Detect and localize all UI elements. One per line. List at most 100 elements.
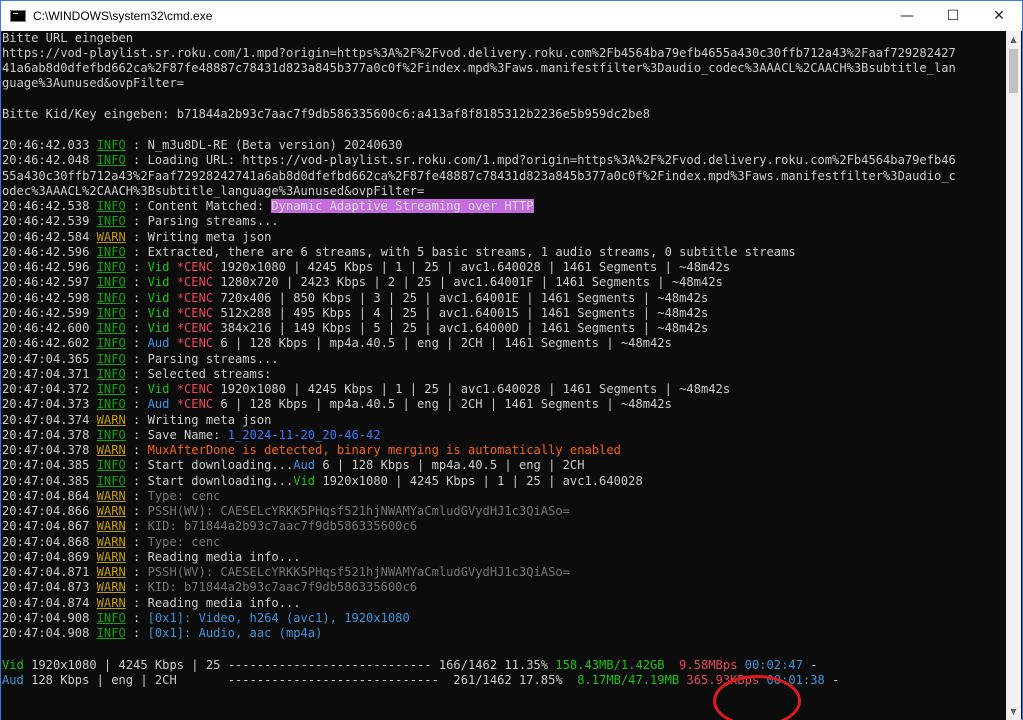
log-level: INFO: [96, 351, 126, 366]
log-line: 20:46:42.598 INFO : Vid *CENC 720x406 | …: [2, 291, 708, 306]
log-line: 20:46:42.596 INFO : Extracted, there are…: [2, 245, 796, 260]
log-level: INFO: [96, 397, 126, 412]
log-text: : Loading URL: https://vod-playlist.sr.r…: [125, 153, 956, 168]
log-text: PSSH(WV): CAESELcYRKK5PHqsf521hjNWAMYaCm…: [147, 504, 570, 518]
log-level: INFO: [96, 260, 126, 274]
log-text: PSSH(WV): CAESELcYRKK5PHqsf521hjNWAMYaCm…: [147, 565, 570, 579]
scrollbar-thumb[interactable]: [1009, 49, 1018, 93]
log-timestamp: 20:46:42.048: [2, 153, 97, 168]
key-input-line: Bitte Kid/Key eingeben: b71844a2b93c7aac…: [2, 107, 651, 121]
log-timestamp: 20:47:04.385: [2, 458, 97, 473]
cmd-window: C:\WINDOWS\system32\cmd.exe — ☐ ✕ Bitte …: [0, 0, 1023, 720]
progress-text: Vid: [2, 658, 24, 672]
log-line: 20:47:04.869 WARN : Reading media info..…: [2, 550, 301, 565]
log-text: : Reading media info...: [125, 595, 301, 610]
log-text: 720x406 | 850 Kbps | 3 | 25 | avc1.64001…: [213, 290, 709, 305]
progress-text: 9.58MBps: [664, 658, 738, 672]
log-text: :: [125, 321, 148, 335]
log-timestamp: 20:47:04.385: [2, 473, 97, 488]
log-timestamp: 20:47:04.871: [2, 565, 97, 579]
maximize-button[interactable]: ☐: [930, 1, 976, 31]
log-text: 55a430c30ffb712a43%2Faaf72928242741a6ab8…: [2, 168, 956, 183]
cmd-app-icon: [10, 10, 26, 22]
log-text: : Writing meta json: [125, 412, 272, 427]
log-timestamp: 20:47:04.372: [2, 382, 97, 396]
url-input-line-1: https://vod-playlist.sr.roku.com/1.mpd?o…: [2, 46, 956, 60]
log-line: 20:47:04.385 INFO : Start downloading...…: [2, 474, 643, 489]
log-level: WARN: [96, 580, 126, 595]
scroll-up-arrow-icon[interactable]: ▲: [1006, 31, 1021, 48]
log-text: : Parsing streams...: [125, 214, 279, 229]
log-line: 55a430c30ffb712a43%2Faaf72928242741a6ab8…: [2, 169, 956, 184]
log-text: *CENC: [169, 275, 214, 290]
log-text: *CENC: [169, 305, 214, 320]
log-timestamp: 20:47:04.869: [2, 549, 97, 564]
log-timestamp: 20:46:42.599: [2, 305, 97, 320]
log-line: 20:47:04.908 INFO : [0x1]: Audio, aac (m…: [2, 626, 322, 641]
log-timestamp: 20:47:04.374: [2, 412, 97, 427]
log-text: :: [125, 382, 148, 396]
log-level: INFO: [96, 305, 126, 320]
log-text: :: [125, 534, 148, 549]
log-timestamp: 20:47:04.868: [2, 534, 97, 549]
log-text: :: [125, 336, 148, 351]
log-text: :: [125, 580, 148, 595]
log-timestamp: 20:47:04.373: [2, 397, 97, 412]
close-button[interactable]: ✕: [976, 1, 1022, 31]
log-timestamp: 20:46:42.596: [2, 244, 97, 259]
log-line: 20:47:04.378 INFO : Save Name: 1_2024-11…: [2, 428, 381, 443]
scroll-down-arrow-icon[interactable]: ▼: [1006, 703, 1021, 720]
log-timestamp: 20:46:42.596: [2, 260, 97, 274]
log-line: odec%3AAACL%2CAACH%3Bsubtitle_language%3…: [2, 184, 424, 199]
log-text: *CENC: [169, 290, 214, 305]
log-timestamp: 20:46:42.538: [2, 199, 97, 213]
title-bar[interactable]: C:\WINDOWS\system32\cmd.exe — ☐ ✕: [1, 1, 1022, 31]
log-level: WARN: [96, 488, 126, 503]
vertical-scrollbar[interactable]: ▲ ▼: [1006, 31, 1021, 720]
log-text: 1920x1080 | 4245 Kbps | 1 | 25 | avc1.64…: [213, 260, 731, 274]
log-text: Type: cenc: [147, 534, 221, 549]
log-line: 20:47:04.371 INFO : Selected streams:: [2, 367, 271, 382]
window-controls: — ☐ ✕: [884, 1, 1022, 31]
log-line: 20:46:42.602 INFO : Aud *CENC 6 | 128 Kb…: [2, 336, 672, 351]
log-text: [0x1]: Audio, aac (mp4a): [147, 626, 323, 640]
minimize-button[interactable]: —: [884, 1, 930, 31]
log-text: Vid: [147, 305, 170, 320]
log-timestamp: 20:47:04.371: [2, 366, 97, 381]
progress-text: 158.43MB/1.42GB: [555, 658, 665, 672]
log-text: Aud: [147, 336, 170, 351]
log-line: 20:47:04.365 INFO : Parsing streams...: [2, 352, 279, 367]
log-text: 1280x720 | 2423 Kbps | 2 | 25 | avc1.640…: [213, 275, 723, 290]
log-level: WARN: [96, 549, 126, 564]
log-level: INFO: [96, 321, 126, 335]
log-timestamp: 20:46:42.602: [2, 336, 97, 351]
console-output[interactable]: Bitte URL eingeben https://vod-playlist.…: [1, 31, 1007, 720]
log-level: INFO: [96, 153, 126, 168]
log-text: :: [125, 519, 148, 534]
log-text: :: [125, 626, 148, 640]
log-text: : Selected streams:: [125, 366, 272, 381]
log-text: odec%3AAACL%2CAACH%3Bsubtitle_language%3…: [2, 183, 425, 198]
progress-text: 128 Kbps | eng | 2CH -------------------…: [23, 673, 578, 687]
log-level: WARN: [96, 534, 126, 549]
log-text: MuxAfterDone is detected, binary merging…: [147, 443, 621, 457]
log-line: 20:47:04.873 WARN : KID: b71844a2b93c7aa…: [2, 580, 417, 595]
log-text: :: [125, 610, 148, 625]
log-text: Vid: [147, 275, 170, 290]
log-text: Dynamic Adaptive Streaming over HTTP: [271, 199, 534, 213]
log-text: KID: b71844a2b93c7aac7f9db586335600c6: [147, 580, 418, 595]
log-text: Vid: [147, 290, 170, 305]
log-text: :: [125, 397, 148, 412]
log-text: Aud: [147, 397, 170, 412]
log-timestamp: 20:47:04.873: [2, 580, 97, 595]
log-text: Type: cenc: [147, 488, 221, 503]
log-level: WARN: [96, 519, 126, 534]
log-line: 20:47:04.866 WARN : PSSH(WV): CAESELcYRK…: [2, 504, 570, 519]
log-line: 20:47:04.908 INFO : [0x1]: Video, h264 (…: [2, 611, 410, 626]
log-timestamp: 20:47:04.378: [2, 427, 97, 442]
log-level: INFO: [96, 382, 126, 396]
log-timestamp: 20:46:42.033: [2, 138, 97, 152]
log-line: 20:46:42.033 INFO : N_m3u8DL-RE (Beta ve…: [2, 138, 402, 153]
log-text: 512x288 | 495 Kbps | 4 | 25 | avc1.64001…: [213, 305, 709, 320]
url-prompt: Bitte URL eingeben: [2, 31, 134, 45]
